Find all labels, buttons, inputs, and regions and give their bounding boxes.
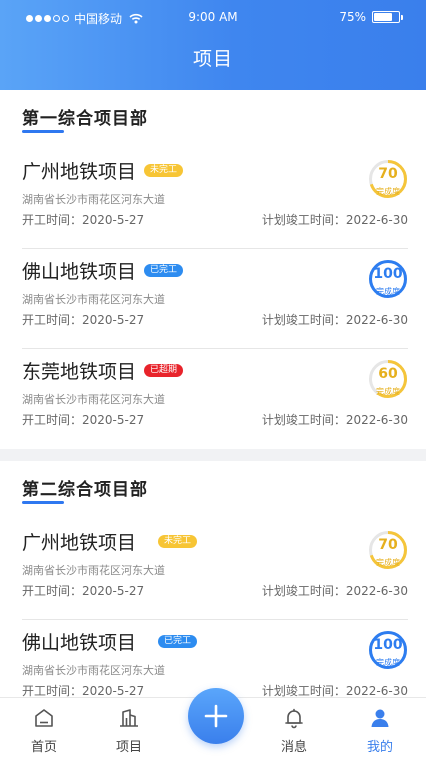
- progress-value: 100: [373, 266, 403, 282]
- project-start-date: 开工时间：2020-5-27: [22, 213, 145, 227]
- tab-mine[interactable]: 我的: [350, 698, 410, 757]
- plus-icon: [204, 704, 228, 728]
- status-bar: 中国移动 9:00 AM 75%: [0, 0, 426, 34]
- project-start-date: 开工时间：2020-5-27: [22, 584, 145, 598]
- battery-level: [374, 13, 392, 21]
- building-icon: [120, 709, 138, 727]
- progress-label: 完成度: [376, 187, 400, 196]
- project-name-row: 广州地铁项目 未完工: [22, 157, 184, 184]
- progress-value: 100: [373, 637, 403, 653]
- project-item[interactable]: 东莞地铁项目 已超期湖南省长沙市雨花区河东大道 开工时间：2020-5-27 计划竣工…: [22, 349, 408, 449]
- home-icon: [35, 709, 53, 727]
- progress-gauge: 70 完成度: [368, 530, 408, 570]
- project-name-row: 佛山地铁项目 已完工: [22, 628, 198, 655]
- progress-value: 60: [378, 366, 398, 382]
- project-end-date: 计划竣工时间：2022-6-30: [261, 313, 408, 327]
- battery-percent: 75%: [339, 10, 366, 24]
- progress-label: 完成度: [376, 558, 400, 567]
- page-title: 项目: [192, 48, 233, 70]
- status-badge: 已完工: [144, 264, 184, 277]
- project-name-row: 广州地铁项目 未完工: [22, 528, 198, 555]
- project-item[interactable]: 佛山地铁项目 已完工湖南省长沙市雨花区河东大道 开工时间：2020-5-27 计划竣工…: [22, 249, 408, 349]
- tab-message-label: 消息: [280, 740, 307, 755]
- progress-gauge: 100 完成度: [368, 259, 408, 299]
- project-name: 广州地铁项目: [22, 532, 137, 554]
- project-start-date: 开工时间：2020-5-27: [22, 684, 145, 697]
- app-header: 中国移动 9:00 AM 75% 项目: [0, 0, 426, 90]
- project-address: 湖南省长沙市雨花区河东大道: [22, 393, 165, 406]
- project-section: 第二综合项目部 广州地铁项目 未完工湖南省长沙市雨花区河东大道 开工时间：2020-5…: [0, 461, 426, 697]
- section-title-underline: [22, 501, 64, 504]
- project-end-date: 计划竣工时间：2022-6-30: [261, 684, 408, 697]
- project-name: 佛山地铁项目: [22, 261, 137, 283]
- project-start-date: 开工时间：2020-5-27: [22, 313, 145, 327]
- project-address: 湖南省长沙市雨花区河东大道: [22, 664, 165, 677]
- project-start-date: 开工时间：2020-5-27: [22, 413, 145, 427]
- status-badge: 未完工: [144, 164, 184, 177]
- progress-value: 70: [378, 537, 398, 553]
- project-end-date: 计划竣工时间：2022-6-30: [261, 584, 408, 598]
- status-right: 75%: [339, 10, 403, 24]
- project-end-date: 计划竣工时间：2022-6-30: [261, 213, 408, 227]
- progress-label: 完成度: [376, 658, 400, 667]
- section-title-underline: [22, 130, 64, 133]
- tab-home[interactable]: 首页: [14, 698, 74, 757]
- progress-value: 70: [378, 166, 398, 182]
- progress-label: 完成度: [376, 387, 400, 396]
- progress-gauge: 100 完成度: [368, 630, 408, 670]
- bell-icon: [285, 708, 303, 729]
- project-item[interactable]: 广州地铁项目 未完工湖南省长沙市雨花区河东大道 开工时间：2020-5-27 计划竣工…: [22, 149, 408, 249]
- project-name: 佛山地铁项目: [22, 632, 137, 654]
- project-address: 湖南省长沙市雨花区河东大道: [22, 193, 165, 206]
- tab-mine-label: 我的: [366, 740, 393, 755]
- progress-label: 完成度: [376, 287, 400, 296]
- project-list[interactable]: 第一综合项目部 广州地铁项目 未完工 湖南省长沙市雨花区河东大道 开工时间：2020-5…: [0, 90, 426, 697]
- section-title: 第一综合项目部: [22, 109, 148, 129]
- project-name-row: 东莞地铁项目 已超期: [22, 357, 184, 384]
- tab-project[interactable]: 项目: [99, 698, 159, 757]
- project-section: 第一综合项目部 广州地铁项目 未完工 湖南省长沙市雨花区河东大道 开工时间：2020-5…: [0, 90, 426, 449]
- project-item[interactable]: 广州地铁项目 未完工湖南省长沙市雨花区河东大道 开工时间：2020-5-27 计划竣工…: [22, 520, 408, 620]
- tab-message[interactable]: 消息: [264, 698, 324, 757]
- project-end-date: 计划竣工时间：2022-6-30: [261, 413, 408, 427]
- add-button[interactable]: [188, 688, 244, 744]
- project-name-row: 佛山地铁项目 已完工: [22, 257, 184, 284]
- project-name: 东莞地铁项目: [22, 361, 137, 383]
- tab-home-label: 首页: [30, 740, 57, 755]
- progress-gauge: 70 完成度: [368, 159, 408, 199]
- project-address: 湖南省长沙市雨花区河东大道: [22, 564, 165, 577]
- battery-icon: [372, 11, 403, 23]
- project-address: 湖南省长沙市雨花区河东大道: [22, 293, 165, 306]
- project-name: 广州地铁项目: [22, 161, 137, 183]
- tab-project-label: 项目: [115, 740, 142, 755]
- section-title: 第二综合项目部: [22, 480, 148, 500]
- tab-bar: 首页 项目 消息 我的: [0, 688, 426, 757]
- status-badge: 未完工: [158, 535, 198, 548]
- user-icon: [371, 709, 389, 727]
- progress-gauge: 60 完成度: [368, 359, 408, 399]
- status-badge: 已超期: [144, 364, 184, 377]
- status-badge: 已完工: [158, 635, 198, 648]
- project-item[interactable]: 佛山地铁项目 已完工湖南省长沙市雨花区河东大道 开工时间：2020-5-27 计划竣工…: [22, 620, 408, 697]
